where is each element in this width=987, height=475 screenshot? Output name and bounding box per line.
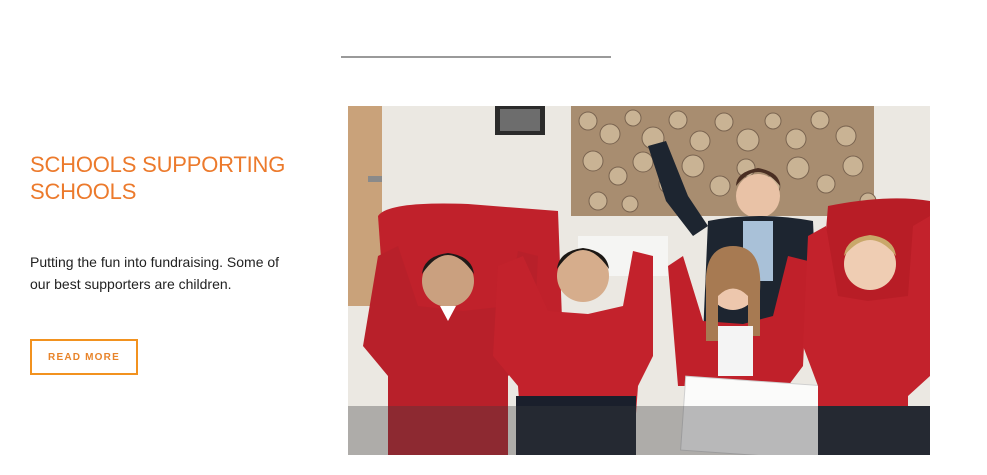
- section-title: SCHOOLS SUPPORTING SCHOOLS: [30, 152, 286, 204]
- children-fundraising-photo[interactable]: [348, 106, 930, 455]
- section-divider: [341, 56, 611, 58]
- section-description: Putting the fun into fundraising. Some o…: [30, 254, 280, 292]
- read-more-button[interactable]: READ MORE: [30, 339, 138, 375]
